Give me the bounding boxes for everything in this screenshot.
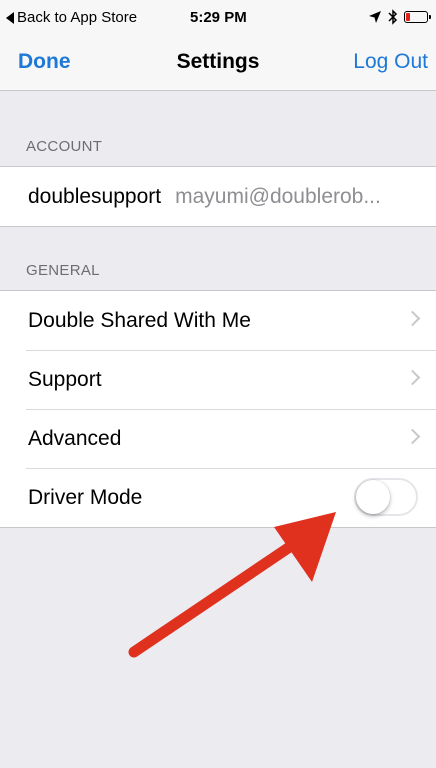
battery-icon (404, 11, 431, 23)
back-to-app-store-label: Back to App Store (17, 9, 138, 26)
list-item-label: Double Shared With Me (28, 308, 251, 332)
toggle-knob (356, 480, 390, 514)
settings-screen: Back to App Store 5:29 PM Done Settings … (0, 0, 436, 768)
account-username: doublesupport (28, 184, 162, 208)
back-to-app-store-link[interactable]: Back to App Store (6, 9, 137, 26)
status-icons (368, 9, 431, 25)
account-section-header: ACCOUNT (26, 138, 103, 155)
chevron-right-icon (404, 310, 421, 327)
bluetooth-icon (388, 9, 398, 25)
navigation-bar: Done Settings Log Out (0, 36, 436, 91)
chevron-right-icon (404, 428, 421, 445)
list-item-support[interactable]: Support (0, 350, 436, 409)
driver-mode-toggle[interactable] (354, 478, 418, 516)
list-item-driver-mode: Driver Mode (0, 468, 436, 527)
list-item-label: Support (28, 367, 102, 391)
status-time: 5:29 PM (190, 9, 247, 26)
general-section-header: GENERAL (26, 262, 100, 279)
account-group: doublesupport mayumi@doublerob... (0, 166, 436, 227)
account-email: mayumi@doublerob... (175, 184, 381, 208)
log-out-button[interactable]: Log Out (353, 50, 428, 74)
list-item-advanced[interactable]: Advanced (0, 409, 436, 468)
battery-level (406, 13, 410, 21)
location-icon (369, 11, 381, 23)
status-bar: Back to App Store 5:29 PM (0, 0, 436, 36)
list-item-double-shared-with-me[interactable]: Double Shared With Me (0, 291, 436, 350)
back-triangle-icon (6, 11, 14, 24)
chevron-right-icon (404, 369, 421, 386)
list-item-label: Advanced (28, 426, 122, 450)
general-group: Double Shared With Me Support Advanced D… (0, 290, 436, 528)
account-row[interactable]: doublesupport mayumi@doublerob... (0, 167, 436, 226)
driver-mode-label: Driver Mode (28, 485, 143, 509)
